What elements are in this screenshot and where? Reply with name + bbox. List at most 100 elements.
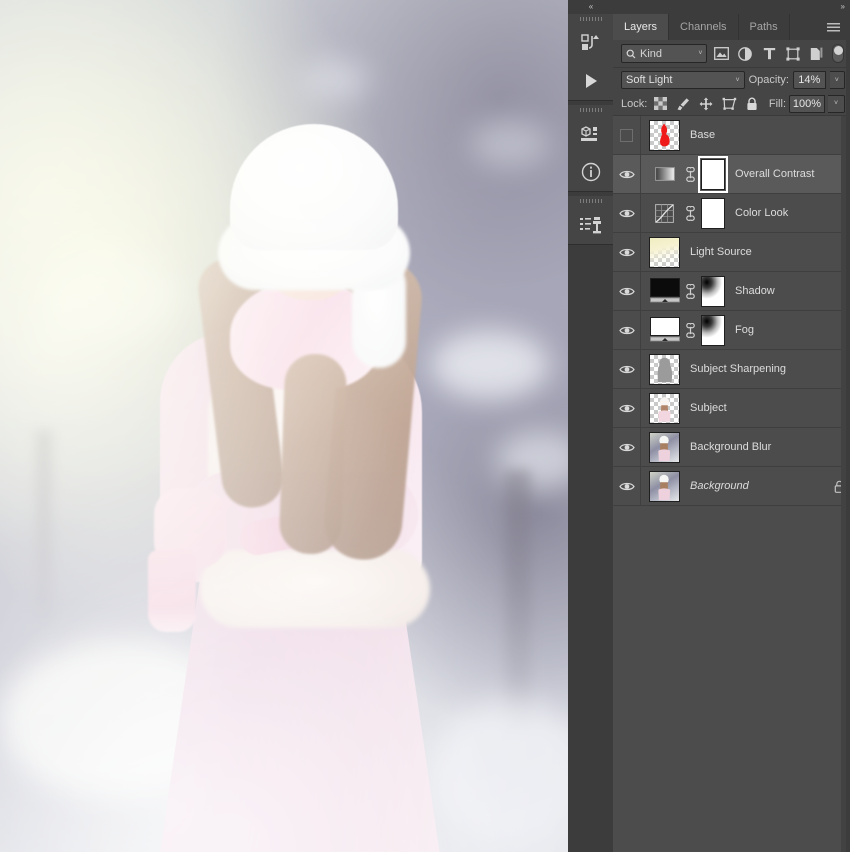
- layer-row-background-blur[interactable]: Background Blur: [613, 428, 850, 467]
- filter-pixel-icon[interactable]: [712, 44, 731, 64]
- fill-slider-button[interactable]: ˅: [828, 94, 845, 113]
- eye-icon: [618, 248, 635, 256]
- layer-name: Base: [690, 129, 716, 141]
- blend-mode-select[interactable]: Soft Light ˅: [621, 71, 745, 89]
- lock-image-pixels-icon[interactable]: [673, 95, 693, 113]
- tab-channels-label: Channels: [680, 21, 727, 33]
- layer-thumbnail[interactable]: [649, 198, 680, 229]
- layer-row-base[interactable]: Base: [613, 116, 850, 155]
- layer-thumbnail[interactable]: [649, 470, 680, 502]
- layer-thumbnail[interactable]: [649, 431, 680, 463]
- opacity-value: 14%: [798, 74, 821, 86]
- opacity-input[interactable]: 14%: [792, 71, 826, 89]
- layer-name: Color Look: [735, 207, 789, 219]
- layer-thumbnail[interactable]: [649, 353, 680, 385]
- layer-thumbnail[interactable]: [649, 315, 680, 346]
- layer-visibility-toggle[interactable]: [613, 350, 641, 388]
- photo-color-wash: [0, 0, 568, 852]
- blend-mode-row: Soft Light ˅ Opacity: 14% ˅: [613, 68, 850, 92]
- tab-layers[interactable]: Layers: [613, 14, 670, 40]
- layer-thumbnail[interactable]: [649, 236, 680, 268]
- play-actions-icon[interactable]: [568, 62, 613, 100]
- layer-mask-link-icon[interactable]: [684, 166, 697, 182]
- dock-grip[interactable]: [568, 14, 613, 24]
- filter-adjustment-icon[interactable]: [736, 44, 755, 64]
- tab-paths[interactable]: Paths: [739, 14, 790, 40]
- tab-paths-label: Paths: [749, 21, 778, 33]
- dock-grip[interactable]: [568, 196, 613, 206]
- eye-icon: [618, 443, 635, 451]
- opacity-slider-button[interactable]: ˅: [829, 71, 845, 89]
- filter-enable-toggle[interactable]: [831, 44, 845, 63]
- layer-row-shadow[interactable]: Shadow: [613, 272, 850, 311]
- collapse-right-dock-button[interactable]: »: [613, 3, 850, 11]
- opacity-label: Opacity:: [748, 74, 789, 86]
- eye-icon: [618, 482, 635, 490]
- dock-group-properties-info: [568, 105, 613, 192]
- layer-row-light-source[interactable]: Light Source: [613, 233, 850, 272]
- collapse-left-dock-button[interactable]: «: [568, 3, 613, 11]
- layer-row-overall-contrast[interactable]: Overall Contrast: [613, 155, 850, 194]
- photo-thumb-subject: [658, 474, 671, 500]
- layer-row-subject[interactable]: Subject: [613, 389, 850, 428]
- layer-visibility-toggle[interactable]: [613, 389, 641, 427]
- filter-kind-select[interactable]: Kind ˅: [621, 44, 708, 63]
- layer-thumbnail[interactable]: [649, 392, 680, 424]
- layer-visibility-toggle[interactable]: [613, 233, 641, 271]
- layer-visibility-toggle[interactable]: [613, 467, 641, 505]
- dock-collapse-bar: « »: [568, 0, 850, 14]
- document-canvas[interactable]: [0, 0, 568, 852]
- filter-shape-icon[interactable]: [783, 44, 802, 64]
- layer-name: Background: [690, 480, 749, 492]
- subject-cutout-icon: [658, 396, 671, 422]
- layer-visibility-toggle[interactable]: [613, 311, 641, 349]
- hamburger-menu-icon[interactable]: [822, 14, 844, 40]
- layer-mask-thumbnail[interactable]: [701, 197, 725, 229]
- filter-smartobject-icon[interactable]: [807, 44, 826, 64]
- layer-thumbnail[interactable]: [649, 159, 680, 190]
- warm-gradient-fill: [650, 237, 679, 267]
- layer-visibility-toggle[interactable]: [613, 116, 641, 154]
- layer-mask-thumbnail[interactable]: [698, 155, 728, 193]
- dock-grip[interactable]: [568, 105, 613, 115]
- lock-artboard-nesting-icon[interactable]: [719, 95, 739, 113]
- blend-mode-value: Soft Light: [626, 74, 673, 86]
- layer-thumbnail[interactable]: [649, 119, 680, 151]
- lock-transparent-pixels-icon[interactable]: [650, 95, 670, 113]
- panel-tab-bar: Layers Channels Paths: [613, 14, 850, 40]
- lock-position-icon[interactable]: [696, 95, 716, 113]
- clone-source-icon[interactable]: [568, 206, 613, 244]
- layer-mask-link-icon[interactable]: [684, 283, 697, 299]
- layer-visibility-toggle[interactable]: [613, 194, 641, 232]
- layer-mask-link-icon[interactable]: [684, 322, 697, 338]
- layer-list[interactable]: Base Overall Contrast Color Look Light S…: [613, 116, 850, 852]
- tab-layers-label: Layers: [624, 21, 658, 33]
- history-icon[interactable]: [568, 24, 613, 62]
- layer-name: Subject: [690, 402, 727, 414]
- dock-group-history-actions: [568, 14, 613, 101]
- subject-silhouette-icon: [657, 357, 673, 382]
- layer-mask-thumbnail[interactable]: [701, 314, 725, 346]
- layer-mask-link-icon[interactable]: [684, 205, 697, 221]
- layer-visibility-toggle[interactable]: [613, 428, 641, 466]
- gradient-map-icon: [654, 167, 675, 181]
- layer-row-fog[interactable]: Fog: [613, 311, 850, 350]
- lock-row: Lock: Fill: 100% ˅: [613, 92, 850, 116]
- collapse-left-icon: «: [588, 2, 594, 11]
- fill-input[interactable]: 100%: [789, 94, 825, 113]
- layer-visibility-toggle[interactable]: [613, 272, 641, 310]
- layer-visibility-toggle[interactable]: [613, 155, 641, 193]
- filter-type-icon[interactable]: [760, 44, 779, 64]
- layer-row-background[interactable]: Background: [613, 467, 850, 506]
- tab-channels[interactable]: Channels: [669, 14, 739, 40]
- eye-off-icon: [620, 128, 633, 142]
- layer-thumbnail[interactable]: [649, 276, 680, 307]
- icon-dock: [568, 14, 613, 852]
- layer-mask-thumbnail[interactable]: [701, 275, 725, 307]
- lock-all-icon[interactable]: [742, 95, 762, 113]
- layer-row-subject-sharpening[interactable]: Subject Sharpening: [613, 350, 850, 389]
- eye-icon: [618, 365, 635, 373]
- properties-icon[interactable]: [568, 115, 613, 153]
- layer-row-color-look[interactable]: Color Look: [613, 194, 850, 233]
- info-icon[interactable]: [568, 153, 613, 191]
